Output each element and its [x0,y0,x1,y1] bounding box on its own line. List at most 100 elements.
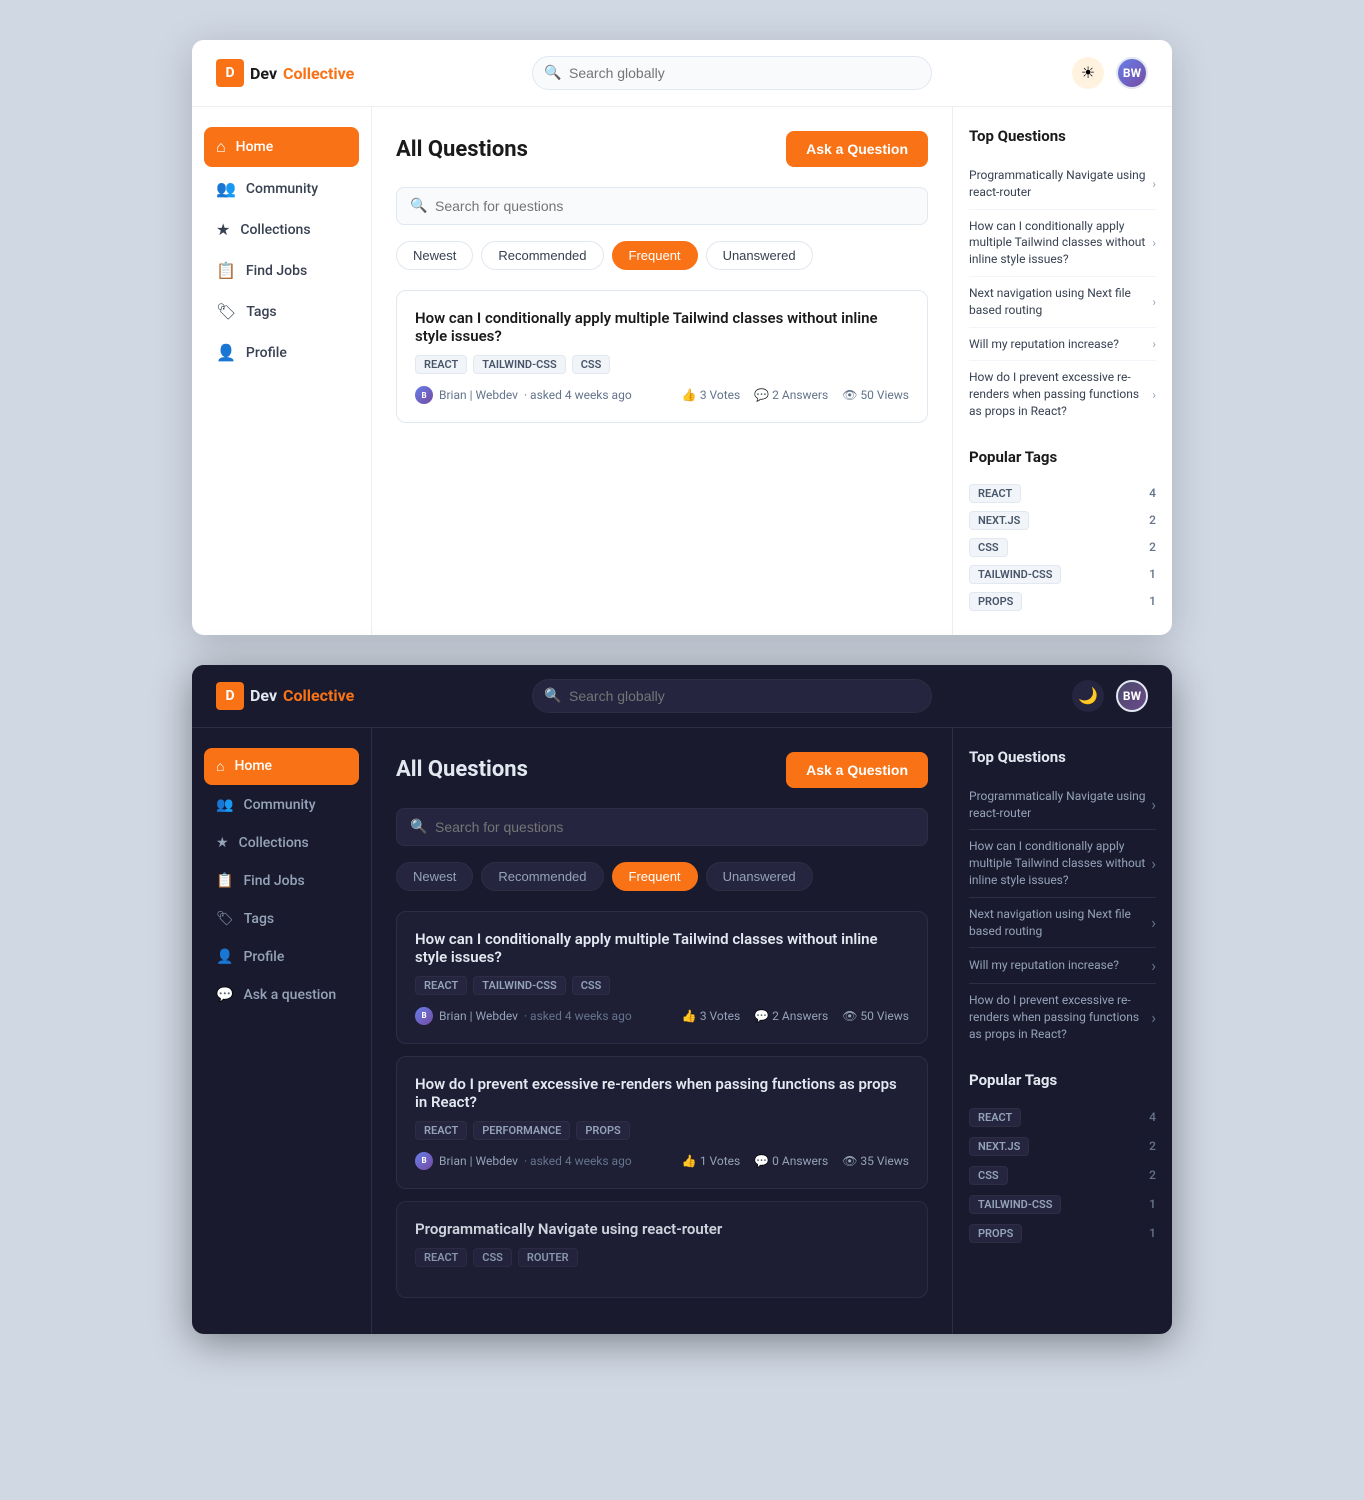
nav-home-label-dark: Home [234,758,272,774]
nav-community-dark[interactable]: 👥 Community [204,787,359,823]
top-q-arrow-3-light: › [1152,295,1156,309]
tag-router-dark-3[interactable]: ROUTER [518,1248,578,1267]
theme-toggle-light[interactable]: ☀ [1072,57,1104,89]
top-q-4-dark[interactable]: Will my reputation increase? › [969,948,1156,984]
popular-tag-badge-react-dark[interactable]: REACT [969,1108,1021,1127]
author-name-light-1: Brian | Webdev [439,388,518,402]
popular-tags-title-light: Popular Tags [969,448,1156,466]
avatar-dark[interactable]: BW [1116,680,1148,712]
header-light: D Dev Collective 🔍 ☀ BW [192,40,1172,107]
global-search-light: 🔍 [532,56,932,90]
top-q-4-light[interactable]: Will my reputation increase? › [969,328,1156,362]
tag-react-light-1[interactable]: REACT [415,355,467,374]
popular-tag-react-dark: REACT 4 [969,1103,1156,1132]
nav-collections-dark[interactable]: ★ Collections [204,825,359,861]
top-q-1-light[interactable]: Programmatically Navigate using react-ro… [969,159,1156,210]
question-title-dark-3[interactable]: Programmatically Navigate using react-ro… [415,1220,909,1238]
ask-question-btn-light[interactable]: Ask a Question [786,131,928,167]
nav-community-light[interactable]: 👥 Community [204,169,359,208]
nav-tags-light[interactable]: 🏷 Tags [204,292,359,331]
top-q-text-5-dark: How do I prevent excessive re-renders wh… [969,992,1147,1042]
filter-unanswered-dark[interactable]: Unanswered [706,862,813,891]
tag-tailwind-dark-1[interactable]: TAILWIND-CSS [473,976,565,995]
top-q-1-dark[interactable]: Programmatically Navigate using react-ro… [969,780,1156,831]
popular-tags-title-dark: Popular Tags [969,1071,1156,1089]
nav-find-jobs-light[interactable]: 📋 Find Jobs [204,251,359,290]
popular-tag-badge-css-light[interactable]: CSS [969,538,1008,557]
popular-tag-tailwind-dark: TAILWIND-CSS 1 [969,1190,1156,1219]
profile-icon-dark: 👤 [216,949,233,965]
author-avatar-dark-2: B [415,1152,433,1170]
popular-tag-badge-css-dark[interactable]: CSS [969,1166,1008,1185]
asked-time-dark-2: · asked 4 weeks ago [524,1154,632,1168]
top-q-2-light[interactable]: How can I conditionally apply multiple T… [969,210,1156,277]
popular-tag-badge-tailwind-dark[interactable]: TAILWIND-CSS [969,1195,1061,1214]
filter-frequent-light[interactable]: Frequent [612,241,698,270]
logo-dev-text-dark: Dev [250,686,277,705]
nav-tags-dark[interactable]: 🏷 Tags [204,901,359,937]
logo-dark[interactable]: D Dev Collective [216,682,396,710]
tag-css-light-1[interactable]: CSS [572,355,611,374]
global-search-input-dark[interactable] [532,679,932,713]
top-q-arrow-2-dark: › [1151,854,1156,873]
top-q-3-light[interactable]: Next navigation using Next file based ro… [969,277,1156,328]
top-questions-list-light: Programmatically Navigate using react-ro… [969,159,1156,428]
nav-home-light[interactable]: ⌂ Home [204,127,359,167]
top-q-3-dark[interactable]: Next navigation using Next file based ro… [969,898,1156,949]
top-q-5-dark[interactable]: How do I prevent excessive re-renders wh… [969,984,1156,1050]
popular-tag-nextjs-dark: NEXT.JS 2 [969,1132,1156,1161]
tag-react-dark-2[interactable]: REACT [415,1121,467,1140]
theme-toggle-dark[interactable]: 🌙 [1072,680,1104,712]
top-q-2-dark[interactable]: How can I conditionally apply multiple T… [969,830,1156,897]
filter-newest-light[interactable]: Newest [396,241,473,270]
views-light-1: 👁 50 Views [842,388,909,402]
popular-tag-badge-props-light[interactable]: PROPS [969,592,1022,611]
popular-tag-badge-nextjs-dark[interactable]: NEXT.JS [969,1137,1029,1156]
tag-performance-dark-2[interactable]: PERFORMANCE [473,1121,570,1140]
global-search-input-light[interactable] [532,56,932,90]
popular-tag-badge-props-dark[interactable]: PROPS [969,1224,1022,1243]
home-icon-dark: ⌂ [216,758,224,775]
votes-dark-2: 👍 1 Votes [682,1154,740,1168]
filter-recommended-dark[interactable]: Recommended [481,862,603,891]
popular-tag-badge-nextjs-light[interactable]: NEXT.JS [969,511,1029,530]
filter-unanswered-light[interactable]: Unanswered [706,241,813,270]
top-q-arrow-1-light: › [1152,177,1156,191]
right-sidebar-light: Top Questions Programmatically Navigate … [952,107,1172,635]
header-actions-light: ☀ BW [1068,57,1148,89]
popular-tag-badge-tailwind-light[interactable]: TAILWIND-CSS [969,565,1061,584]
nav-profile-dark[interactable]: 👤 Profile [204,939,359,975]
answers-dark-2: 💬 0 Answers [754,1154,828,1168]
nav-collections-label-dark: Collections [239,835,309,851]
tag-tailwind-light-1[interactable]: TAILWIND-CSS [473,355,565,374]
top-q-arrow-5-dark: › [1151,1008,1156,1027]
logo-light[interactable]: D Dev Collective [216,59,396,87]
question-title-dark-2[interactable]: How do I prevent excessive re-renders wh… [415,1075,909,1111]
content-header-light: All Questions Ask a Question [396,131,928,167]
nav-home-dark[interactable]: ⌂ Home [204,748,359,785]
filter-recommended-light[interactable]: Recommended [481,241,603,270]
tag-react-dark-1[interactable]: REACT [415,976,467,995]
tag-react-dark-3[interactable]: REACT [415,1248,467,1267]
header-actions-dark: 🌙 BW [1068,680,1148,712]
tag-props-dark-2[interactable]: PROPS [576,1121,629,1140]
popular-tag-count-nextjs-dark: 2 [1149,1139,1156,1153]
top-q-5-light[interactable]: How do I prevent excessive re-renders wh… [969,361,1156,427]
logo-icon-light: D [216,59,244,87]
popular-tag-badge-react-light[interactable]: REACT [969,484,1021,503]
ask-question-btn-dark[interactable]: Ask a Question [786,752,928,788]
tags-row-light-1: REACT TAILWIND-CSS CSS [415,355,909,374]
question-search-input-light[interactable] [396,187,928,225]
nav-ask-question-dark[interactable]: 💬 Ask a question [204,977,359,1013]
nav-collections-light[interactable]: ★ Collections [204,210,359,249]
nav-profile-light[interactable]: 👤 Profile [204,333,359,372]
question-search-input-dark[interactable] [396,808,928,846]
tag-css-dark-1[interactable]: CSS [572,976,611,995]
tag-css-dark-3[interactable]: CSS [473,1248,512,1267]
question-title-light-1[interactable]: How can I conditionally apply multiple T… [415,309,909,345]
filter-newest-dark[interactable]: Newest [396,862,473,891]
avatar-light[interactable]: BW [1116,57,1148,89]
question-title-dark-1[interactable]: How can I conditionally apply multiple T… [415,930,909,966]
filter-frequent-dark[interactable]: Frequent [612,862,698,891]
nav-find-jobs-dark[interactable]: 📋 Find Jobs [204,863,359,899]
